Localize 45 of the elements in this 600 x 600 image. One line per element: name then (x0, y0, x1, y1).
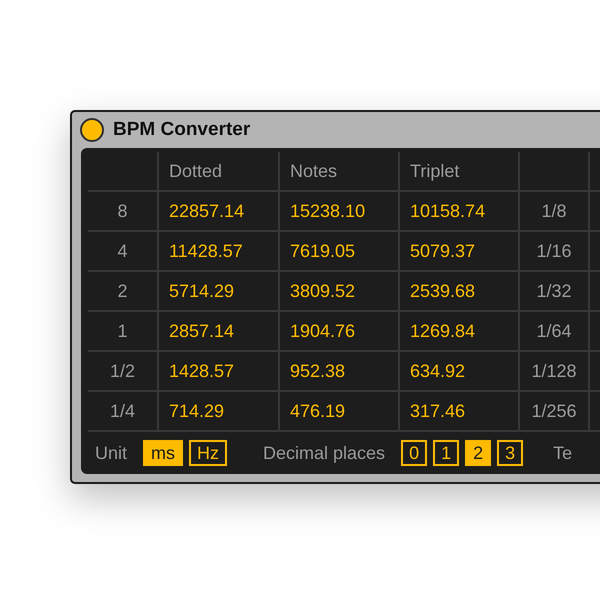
value-cell: 11428.57 (157, 232, 278, 272)
division-cell: 1/16 (518, 232, 588, 272)
value-cell: 10158.74 (398, 192, 518, 232)
division-cell: 1/256 (518, 392, 588, 432)
value-cell: 714.29 (157, 392, 278, 432)
division-cell: 1/32 (518, 272, 588, 312)
value-cell: 22857.14 (157, 192, 278, 232)
column-header: Triplet (398, 152, 518, 192)
value-cell: 1428.57 (157, 352, 278, 392)
value-cell: 15238.10 (278, 192, 398, 232)
unit-toggle[interactable]: Hz (189, 440, 228, 466)
value-cell: 2857.14 (157, 312, 278, 352)
power-button[interactable] (80, 118, 104, 142)
decimal-toggle[interactable]: 3 (497, 440, 524, 466)
decimal-places-label: Decimal places (263, 442, 386, 464)
value-cell: 952.38 (278, 352, 398, 392)
value-cell: 634.92 (398, 352, 518, 392)
multiple-cell: 1/2 (88, 352, 157, 392)
empty-header-cell (518, 152, 588, 192)
window-title: BPM Converter (113, 119, 250, 141)
multiple-cell: 8 (88, 192, 157, 232)
multiple-cell: 1 (88, 312, 157, 352)
column-header: Notes (278, 152, 398, 192)
division-cell: 1/128 (518, 352, 588, 392)
value-cell: 5714.29 (157, 272, 278, 312)
value-cell: 3809.52 (278, 272, 398, 312)
tempo-label: Te (553, 442, 572, 464)
value-cell: 476.19 (278, 392, 398, 432)
value-cell: 2539.68 (398, 272, 518, 312)
division-cell: 1/8 (518, 192, 588, 232)
value-cell: 7619.05 (278, 232, 398, 272)
column-header: Dotted (157, 152, 278, 192)
decimal-toggle[interactable]: 2 (465, 440, 492, 466)
value-cell: 317.46 (398, 392, 518, 432)
multiple-cell: 4 (88, 232, 157, 272)
multiple-cell: 2 (88, 272, 157, 312)
value-cell: 1269.84 (398, 312, 518, 352)
decimal-toggle[interactable]: 0 (401, 440, 428, 466)
value-cell: 5079.37 (398, 232, 518, 272)
unit-label: Unit (95, 442, 128, 464)
value-cell: 1904.76 (278, 312, 398, 352)
division-cell: 1/64 (518, 312, 588, 352)
decimal-toggle[interactable]: 1 (433, 440, 460, 466)
unit-toggle[interactable]: ms (143, 440, 184, 466)
multiple-cell: 1/4 (88, 392, 157, 432)
